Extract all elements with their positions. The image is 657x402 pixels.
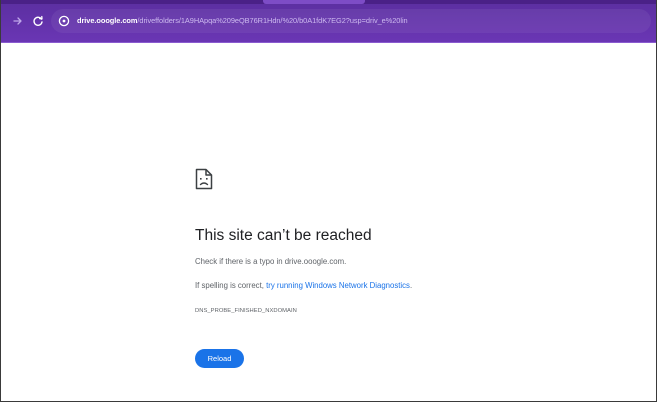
diagnostics-suggestion: If spelling is correct, try running Wind… bbox=[195, 280, 412, 292]
active-tab-edge[interactable] bbox=[263, 0, 365, 4]
browser-window: drive.ooogle.com/driveffolders/1A9HApqa%… bbox=[0, 0, 657, 402]
reload-page-button[interactable]: Reload bbox=[195, 349, 244, 368]
arrow-right-icon bbox=[13, 17, 22, 25]
url-text[interactable]: drive.ooogle.com/driveffolders/1A9HApqa%… bbox=[77, 15, 408, 27]
sad-document-icon bbox=[195, 168, 213, 190]
address-bar[interactable]: drive.ooogle.com/driveffolders/1A9HApqa%… bbox=[51, 9, 651, 33]
url-host: drive.ooogle.com bbox=[77, 16, 138, 25]
forward-button[interactable] bbox=[11, 14, 25, 28]
url-path: /driveffolders/1A9HApqa%209eQB76R1Hdn/%2… bbox=[137, 16, 408, 25]
reload-icon bbox=[33, 15, 43, 26]
diagnostics-link[interactable]: try running Windows Network Diagnostics bbox=[266, 281, 410, 290]
reload-button[interactable] bbox=[31, 14, 45, 28]
diagnostics-prefix: If spelling is correct, bbox=[195, 281, 267, 290]
error-code: DNS_PROBE_FINISHED_NXDOMAIN bbox=[195, 308, 297, 314]
site-info-button[interactable] bbox=[57, 14, 71, 28]
diagnostics-suffix: . bbox=[409, 281, 413, 290]
error-heading: This site can’t be reached bbox=[195, 227, 372, 244]
browser-toolbar: drive.ooogle.com/driveffolders/1A9HApqa%… bbox=[1, 0, 656, 43]
info-circle-icon bbox=[58, 15, 70, 27]
typo-suggestion: Check if there is a typo in drive.ooogle… bbox=[195, 257, 347, 266]
